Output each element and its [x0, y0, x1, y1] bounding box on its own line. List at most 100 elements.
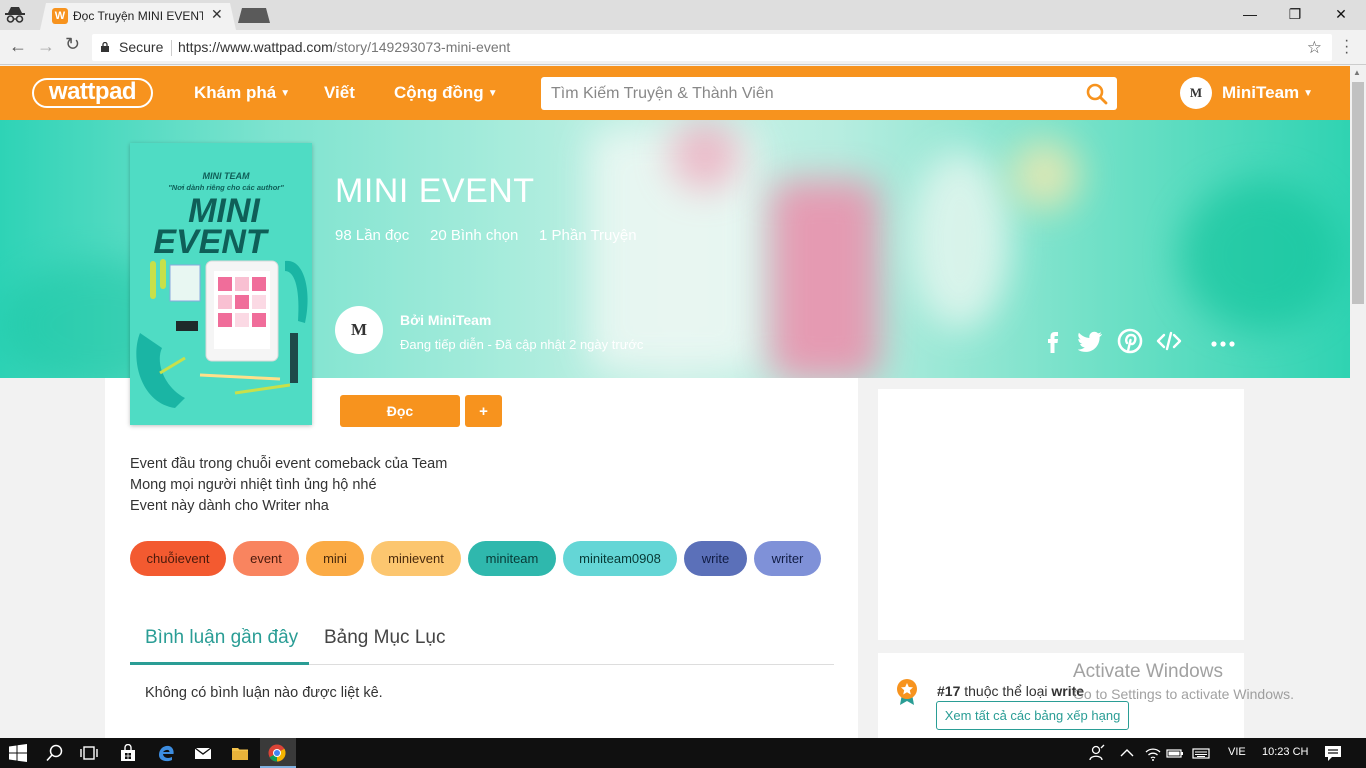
banner-blur-shape [770, 180, 880, 378]
bookmark-star-icon[interactable]: ☆ [1307, 34, 1322, 61]
close-window-button[interactable]: ✕ [1318, 4, 1364, 26]
tag-pill[interactable]: writer [754, 541, 821, 576]
site-header: wattpad Khám phá▼ Viết Cộng đồng▼ M Mini… [0, 66, 1350, 120]
lock-icon [101, 42, 109, 52]
facebook-icon[interactable] [1040, 328, 1066, 354]
chevron-down-icon: ▼ [280, 88, 291, 99]
nav-write[interactable]: Viết [324, 83, 355, 103]
description-line: Event đầu trong chuỗi event comeback của… [130, 456, 448, 472]
activate-windows-subtitle: Go to Settings to activate Windows. [1073, 686, 1294, 702]
tag-pill[interactable]: mini [306, 541, 364, 576]
stat-reads: 98 Lần đọc [335, 227, 410, 244]
wattpad-favicon-icon: W [52, 8, 68, 24]
nav-community-label: Cộng đồng [394, 83, 484, 102]
people-icon[interactable] [1088, 744, 1106, 762]
tab-table-of-contents[interactable]: Bảng Mục Lục [324, 627, 445, 649]
mail-icon[interactable] [194, 744, 212, 762]
reload-icon[interactable]: ↻ [65, 34, 80, 55]
ad-placeholder [878, 389, 1244, 640]
wifi-icon[interactable] [1144, 744, 1162, 762]
story-status: Đang tiếp diễn - Đã cập nhật 2 ngày trướ… [400, 337, 644, 352]
store-icon[interactable] [119, 744, 137, 762]
tag-pill[interactable]: miniteam [468, 541, 556, 576]
nav-community[interactable]: Cộng đồng ▼ [394, 83, 498, 103]
edge-browser-icon[interactable] [157, 744, 175, 762]
url-text: https://www.wattpad.com/story/149293073-… [178, 34, 510, 61]
url-host: https://www.wattpad.com [178, 39, 333, 55]
twitter-icon[interactable] [1078, 328, 1104, 354]
cover-artwork: MINI TEAM "Nơi dành riêng cho các author… [130, 143, 312, 425]
tag-pill[interactable]: write [684, 541, 747, 576]
back-arrow-icon[interactable]: ← [9, 36, 27, 57]
address-bar[interactable]: Secure https://www.wattpad.com/story/149… [92, 34, 1332, 61]
banner-blur-shape [910, 150, 1010, 330]
no-comments-message: Không có bình luận nào được liệt kê. [145, 685, 383, 701]
action-center-icon[interactable] [1324, 744, 1342, 762]
windows-start-icon[interactable] [9, 744, 27, 762]
tab-close-icon[interactable]: ✕ [211, 6, 223, 23]
task-view-icon[interactable] [80, 744, 98, 762]
new-tab-button[interactable] [238, 8, 270, 23]
banner-blur-shape [1180, 180, 1340, 330]
chevron-down-icon: ▼ [487, 88, 498, 99]
ranking-number: #17 [937, 683, 961, 699]
battery-icon[interactable] [1166, 744, 1184, 762]
banner-blur-shape [1010, 140, 1080, 210]
browser-toolbar: ← → ↻ Secure https://www.wattpad.com/sto… [0, 30, 1366, 65]
search-input[interactable] [541, 77, 1117, 110]
nav-discover[interactable]: Khám phá ▼ [194, 83, 290, 103]
tab-title: Đọc Truyện MINI EVENT - [73, 9, 203, 23]
view-all-rankings-button[interactable]: Xem tất cả các bảng xếp hạng [936, 701, 1129, 730]
input-language[interactable]: VIE [1228, 746, 1246, 758]
read-button[interactable]: Đọc [340, 395, 460, 427]
embed-code-icon[interactable] [1156, 328, 1182, 354]
chevron-down-icon: ▼ [1303, 88, 1314, 99]
browser-tab[interactable]: W Đọc Truyện MINI EVENT - ✕ [40, 3, 236, 30]
tag-pill[interactable]: chuỗievent [130, 541, 226, 576]
scrollbar-thumb[interactable] [1352, 82, 1364, 304]
address-separator [171, 40, 172, 56]
url-path: /story/149293073-mini-event [332, 39, 511, 55]
story-cover[interactable]: MINI TEAM "Nơi dành riêng cho các author… [130, 143, 312, 425]
nav-write-label: Viết [324, 83, 355, 102]
author-name[interactable]: Bởi MiniTeam [400, 312, 491, 328]
browser-titlebar: W Đọc Truyện MINI EVENT - ✕ — ❐ ✕ [0, 0, 1366, 30]
user-name-label: MiniTeam [1222, 83, 1300, 102]
tab-recent-comments[interactable]: Bình luận gần đây [145, 627, 298, 649]
scroll-up-arrow-icon[interactable]: ▲ [1353, 68, 1361, 77]
file-explorer-icon[interactable] [231, 744, 249, 762]
add-to-library-button[interactable]: + [465, 395, 502, 427]
minimize-button[interactable]: — [1227, 4, 1273, 26]
story-title: MINI EVENT [335, 172, 535, 210]
browser-menu-icon[interactable]: · · · [1344, 33, 1349, 61]
author-avatar[interactable]: M [335, 306, 383, 354]
search-icon[interactable] [1085, 82, 1109, 106]
cover-tagline: "Nơi dành riêng cho các author" [168, 183, 284, 192]
nav-discover-label: Khám phá [194, 83, 277, 102]
tag-pill[interactable]: event [233, 541, 299, 576]
chrome-icon[interactable] [268, 744, 286, 762]
ranking-middle: thuộc thể loại [960, 683, 1052, 699]
secure-label: Secure [119, 39, 164, 55]
tag-pill[interactable]: miniteam0908 [563, 541, 677, 576]
more-options-icon[interactable] [1210, 328, 1236, 354]
pinterest-icon[interactable] [1117, 328, 1143, 354]
clock[interactable]: 10:23 CH [1262, 746, 1308, 758]
description-line: Mong mọi người nhiệt tình ủng hộ nhé [130, 477, 377, 493]
banner-blur-shape [670, 120, 740, 190]
ranking-text: #17 thuộc thể loại write [937, 683, 1084, 699]
search-icon[interactable] [46, 744, 64, 762]
forward-arrow-icon[interactable]: → [37, 36, 55, 57]
cover-team-label: MINI TEAM [203, 171, 250, 181]
stat-votes: 20 Bình chọn [430, 227, 519, 244]
restore-button[interactable]: ❐ [1272, 4, 1318, 26]
tag-pill[interactable]: minievent [371, 541, 461, 576]
cover-title-event: EVENT [153, 223, 270, 261]
user-avatar[interactable]: M [1180, 77, 1212, 109]
active-tab-indicator [130, 662, 309, 665]
wattpad-logo[interactable]: wattpad [32, 78, 153, 108]
keyboard-icon[interactable] [1192, 744, 1210, 762]
activate-windows-title: Activate Windows [1073, 661, 1223, 682]
user-menu[interactable]: MiniTeam ▼ [1222, 83, 1313, 103]
chevron-up-icon[interactable] [1118, 744, 1136, 762]
